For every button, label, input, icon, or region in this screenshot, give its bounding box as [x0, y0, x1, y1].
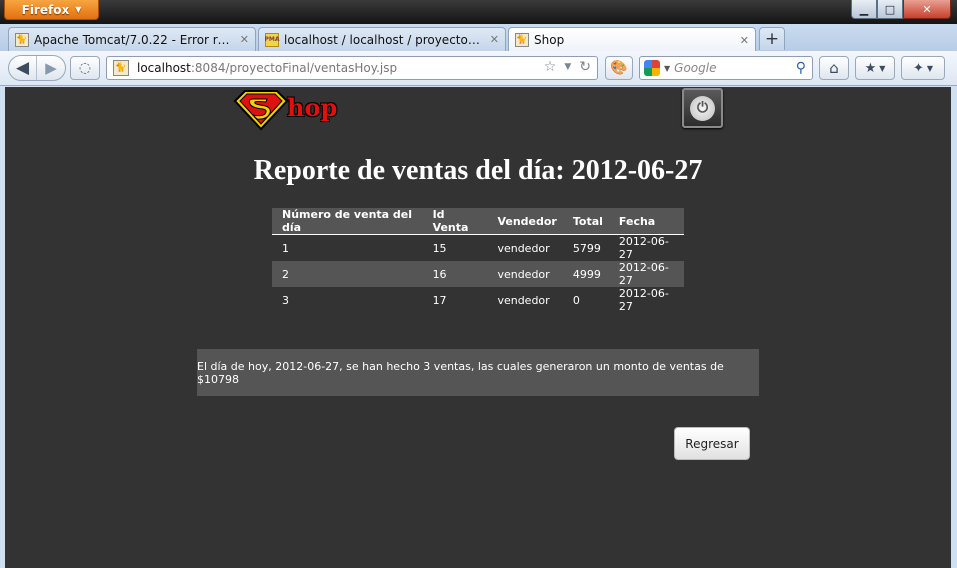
plus-icon: + [764, 29, 780, 49]
minimize-button[interactable]: ▁ [851, 0, 877, 19]
sales-summary: El día de hoy, 2012-06-27, se han hecho … [197, 349, 759, 396]
bookmarks-icon: ★ [864, 60, 877, 76]
close-window-button[interactable]: ✕ [903, 0, 951, 19]
close-tab-icon[interactable]: ✕ [740, 34, 749, 47]
sales-table: Número de venta del día Id Venta Vendedo… [272, 208, 684, 313]
google-icon[interactable] [644, 60, 660, 76]
table-cell: 2012-06-27 [608, 261, 684, 287]
reload-icon[interactable]: ↻ [579, 59, 591, 75]
url-path: :8084/proyectoFinal/ventasHoy.jsp [190, 61, 398, 75]
column-header: Fecha [608, 208, 684, 235]
bug-icon: ✦ [912, 60, 924, 76]
tab-title: localhost / localhost / proyectofinal /.… [284, 32, 485, 47]
table-cell: 1 [282, 241, 289, 255]
addon-button[interactable]: 🎨 [605, 56, 633, 80]
chevron-down-icon: ▼ [75, 5, 82, 14]
column-header: Vendedor [487, 208, 563, 235]
table-cell: 2012-06-27 [618, 235, 669, 261]
url-text[interactable]: localhost:8084/proyectoFinal/ventasHoy.j… [137, 61, 397, 75]
table-cell: vendedor [487, 261, 563, 287]
globe-icon: ◌ [78, 60, 92, 76]
table-cell: 16 [422, 261, 488, 287]
table-row: 1 15 vendedor 5799 2012-06-27 [272, 235, 684, 261]
logo-text: hop [287, 93, 338, 122]
table-cell: 5799 [572, 241, 601, 255]
arrow-left-icon: ◀ [15, 58, 30, 78]
column-header: Número de venta del día [272, 208, 423, 235]
palette-icon: 🎨 [610, 60, 628, 76]
table-cell: 0 [572, 293, 580, 307]
table-cell: 2012-06-27 [618, 287, 669, 313]
window-frame-right [951, 87, 957, 568]
table-cell: vendedor [497, 241, 550, 255]
superman-shield-icon [233, 90, 289, 131]
identity-button[interactable]: ◌ [70, 56, 100, 80]
back-button-regresar[interactable]: Regresar [674, 427, 750, 460]
maximize-icon: □ [884, 2, 896, 16]
tab-title: Apache Tomcat/7.0.22 - Error report [34, 32, 235, 47]
table-cell: 15 [432, 241, 447, 255]
forward-button[interactable]: ▶ [37, 56, 65, 80]
page-title: Reporte de ventas del día: 2012-06-27 [253, 155, 703, 186]
column-header: Total [562, 208, 609, 235]
title-bar: Firefox ▼ ▁ □ ✕ [0, 0, 957, 24]
arrow-right-icon: ▶ [45, 59, 57, 77]
table-header-row: Número de venta del día Id Venta Vendedo… [272, 208, 684, 235]
phpmyadmin-favicon-icon: PMA [265, 32, 280, 47]
chevron-down-icon: ▼ [879, 63, 886, 73]
logout-button[interactable]: ⏻ [682, 88, 723, 128]
bookmark-star-icon[interactable]: ☆ [544, 59, 557, 75]
navigation-toolbar: ◀ ▶ ◌ 🐈 localhost:8084/proyectoFinal/ven… [0, 51, 957, 86]
tab-tomcat-error[interactable]: 🐈 Apache Tomcat/7.0.22 - Error report ✕ [8, 27, 256, 51]
tab-phpmyadmin[interactable]: PMA localhost / localhost / proyectofina… [258, 27, 506, 51]
table-cell: 3 [282, 293, 289, 307]
close-tab-icon[interactable]: ✕ [490, 33, 499, 46]
firefox-menu-label: Firefox [21, 2, 70, 17]
url-bar[interactable]: 🐈 localhost:8084/proyectoFinal/ventasHoy… [106, 56, 598, 80]
table-cell: 17 [432, 293, 447, 307]
tab-strip: 🐈 Apache Tomcat/7.0.22 - Error report ✕ … [0, 24, 957, 52]
search-icon[interactable]: ⚲ [796, 60, 812, 76]
chevron-down-icon: ▼ [926, 63, 934, 73]
power-icon: ⏻ [690, 95, 715, 121]
shop-logo[interactable]: hop [233, 89, 343, 131]
minimize-icon: ▁ [859, 2, 869, 16]
bookmarks-button[interactable]: ★ ▼ [855, 56, 895, 80]
table-cell: 4999 [562, 261, 609, 287]
site-favicon-icon: 🐈 [113, 60, 129, 76]
close-tab-icon[interactable]: ✕ [240, 33, 249, 46]
history-dropdown-icon[interactable]: ▼ [564, 59, 571, 75]
column-header: Id Venta [422, 208, 488, 235]
table-row: 3 17 vendedor 0 2012-06-27 [272, 287, 684, 313]
extension-button[interactable]: ✦ ▼ [901, 56, 945, 80]
home-icon: ⌂ [829, 59, 839, 77]
back-button[interactable]: ◀ [9, 56, 37, 80]
tomcat-favicon-icon: 🐈 [515, 33, 529, 47]
maximize-button[interactable]: □ [877, 0, 903, 19]
search-bar[interactable]: ▼ Google ⚲ [639, 56, 813, 80]
firefox-menu-button[interactable]: Firefox ▼ [4, 0, 99, 20]
tab-title: Shop [534, 33, 565, 47]
page-content: hop ⏻ Reporte de ventas del día: 2012-06… [5, 87, 951, 568]
tomcat-favicon-icon: 🐈 [15, 32, 29, 47]
close-icon: ✕ [922, 2, 932, 16]
back-forward-group: ◀ ▶ [8, 55, 66, 81]
home-button[interactable]: ⌂ [819, 56, 849, 80]
url-host: localhost [137, 61, 191, 75]
tab-shop[interactable]: 🐈 Shop ✕ [508, 27, 756, 52]
table-cell: 2 [272, 261, 423, 287]
table-cell: vendedor [497, 293, 550, 307]
table-row: 2 16 vendedor 4999 2012-06-27 [272, 261, 684, 287]
new-tab-button[interactable]: + [759, 27, 785, 50]
chevron-down-icon[interactable]: ▼ [664, 64, 670, 73]
search-input[interactable]: Google [674, 61, 792, 75]
